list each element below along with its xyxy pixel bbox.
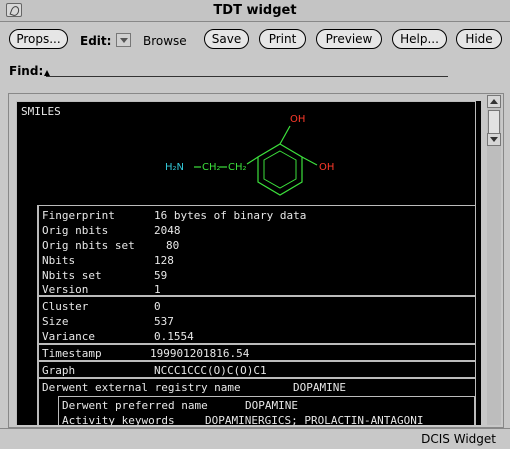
title-bar: TDT widget xyxy=(0,0,510,22)
scroll-down-arrow-icon[interactable] xyxy=(487,133,501,146)
property-value: 0 xyxy=(154,300,161,313)
smiles-box: SMILES OH OH H₂N CH₂ CH₂ Fingerprint 16 … xyxy=(16,101,476,425)
text-caret-icon xyxy=(44,70,50,76)
benzene-ring xyxy=(257,143,303,196)
property-key: Orig nbits set xyxy=(42,239,135,252)
property-key: Derwent preferred name xyxy=(62,399,208,412)
property-value: DOPAMINE xyxy=(293,381,346,394)
property-key: Activity keywords xyxy=(62,414,175,425)
derwent-subgroup: Derwent preferred name DOPAMINE Activity… xyxy=(58,396,475,425)
property-key: Graph xyxy=(42,364,76,377)
fingerprint-group: Fingerprint 16 bytes of binary data Orig… xyxy=(38,205,476,296)
property-value: NCCC1CCC(O)C(O)C1 xyxy=(154,364,267,377)
record-panel[interactable]: SMILES OH OH H₂N CH₂ CH₂ Fingerprint 16 … xyxy=(16,101,481,425)
window-title: TDT widget xyxy=(213,3,297,18)
bond-c-oh-right xyxy=(301,156,318,166)
property-value: 0.1554 xyxy=(154,330,194,343)
property-key: Variance xyxy=(42,330,95,343)
property-value: 199901201816.54 xyxy=(150,347,250,360)
smiles-label: SMILES xyxy=(21,105,61,118)
property-value: 128 xyxy=(154,254,174,267)
property-key: Nbits set xyxy=(42,269,102,282)
bond-ring-ch2 xyxy=(246,156,259,165)
methylene-label-1: CH₂ xyxy=(202,162,221,173)
record-properties: Fingerprint 16 bytes of binary data Orig… xyxy=(37,205,478,425)
property-key: Orig nbits xyxy=(42,224,109,237)
vertical-scrollbar[interactable] xyxy=(487,95,501,425)
derwent-group: Derwent external registry name DOPAMINE … xyxy=(38,378,476,425)
props-button[interactable]: Props... xyxy=(9,29,68,49)
hydroxyl-right-label: OH xyxy=(319,162,334,173)
property-value: 537 xyxy=(154,315,174,328)
find-label: Find: xyxy=(9,64,44,78)
toolbar: Props... Edit: Browse Save Print Preview… xyxy=(0,24,510,54)
property-key: Size xyxy=(42,315,69,328)
amine-label: H₂N xyxy=(165,162,184,173)
bond-c-oh-top xyxy=(279,125,291,145)
property-key: Derwent external registry name xyxy=(42,381,241,394)
property-value: DOPAMINERGICS; PROLACTIN-ANTAGONI xyxy=(205,414,424,425)
graph-group: Graph NCCC1CCC(O)C(O)C1 xyxy=(38,361,476,378)
save-button[interactable]: Save xyxy=(204,29,249,49)
property-value: 1 xyxy=(154,283,161,296)
property-key: Timestamp xyxy=(42,347,102,360)
property-value: 80 xyxy=(166,239,180,252)
help-button[interactable]: Help... xyxy=(392,29,447,49)
edit-menu-dropdown-icon[interactable] xyxy=(116,33,131,47)
property-key: Nbits xyxy=(42,254,76,267)
property-key: Cluster xyxy=(42,300,89,313)
scroll-up-arrow-icon[interactable] xyxy=(487,95,501,108)
property-value: DOPAMINE xyxy=(245,399,298,412)
property-value: 2048 xyxy=(154,224,181,237)
edit-mode-value: Browse xyxy=(143,34,187,48)
edit-label: Edit: xyxy=(80,34,112,48)
hide-button[interactable]: Hide xyxy=(456,29,502,49)
scrollbar-thumb[interactable] xyxy=(488,110,500,134)
timestamp-group: Timestamp 199901201816.54 xyxy=(38,344,476,361)
molecule-structure: OH OH H₂N CH₂ CH₂ xyxy=(165,114,334,196)
print-button[interactable]: Print xyxy=(259,29,306,49)
status-text: DCIS Widget xyxy=(421,432,496,446)
property-value: 16 bytes of binary data xyxy=(154,209,307,222)
methylene-label-2: CH₂ xyxy=(228,162,247,173)
hydroxyl-top-label: OH xyxy=(290,114,305,125)
aromatic-ring-inner xyxy=(263,150,297,189)
property-key: Fingerprint xyxy=(42,209,115,222)
status-bar: DCIS Widget xyxy=(0,428,510,449)
find-input[interactable] xyxy=(46,76,448,77)
find-bar: Find: xyxy=(0,60,510,84)
cluster-group: Cluster 0 Size 537 Variance 0.1554 xyxy=(38,296,476,344)
property-key: Version xyxy=(42,283,89,296)
preview-button[interactable]: Preview xyxy=(316,29,382,49)
property-value: 59 xyxy=(154,269,168,282)
